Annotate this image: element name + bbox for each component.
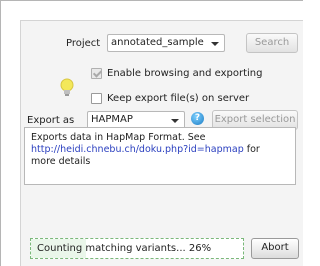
project-label: Project <box>66 38 101 49</box>
abort-button[interactable]: Abort <box>251 238 299 259</box>
enable-browsing-checkbox[interactable] <box>91 68 102 79</box>
project-select-value: annotated_sample <box>111 37 204 48</box>
top-border <box>0 0 303 1</box>
description-text: Exports data in HapMap Format. See <box>31 132 206 143</box>
search-button[interactable]: Search <box>246 33 298 53</box>
enable-browsing-label: Enable browsing and exporting <box>107 68 263 79</box>
left-border <box>0 0 1 266</box>
progress-text: Counting matching variants... 26% <box>37 243 212 254</box>
description-more: more details <box>31 156 91 167</box>
project-select[interactable]: annotated_sample <box>107 34 225 52</box>
format-description: Exports data in HapMap Format. See http:… <box>24 127 296 185</box>
chevron-down-icon <box>171 119 179 123</box>
keep-export-files-checkbox[interactable] <box>91 93 102 104</box>
export-format-value: HAPMAP <box>91 114 133 125</box>
progress-indicator: Counting matching variants... 26% <box>30 238 244 259</box>
description-link-suffix: for <box>243 144 260 155</box>
hapmap-doc-link[interactable]: http://heidi.chnebu.ch/doku.php?id=hapma… <box>31 144 244 155</box>
keep-export-files-label: Keep export file(s) on server <box>107 93 250 104</box>
chevron-down-icon <box>211 42 219 46</box>
help-icon[interactable]: ? <box>191 112 204 125</box>
export-as-label: Export as <box>27 115 75 126</box>
lightbulb-icon <box>60 78 74 96</box>
